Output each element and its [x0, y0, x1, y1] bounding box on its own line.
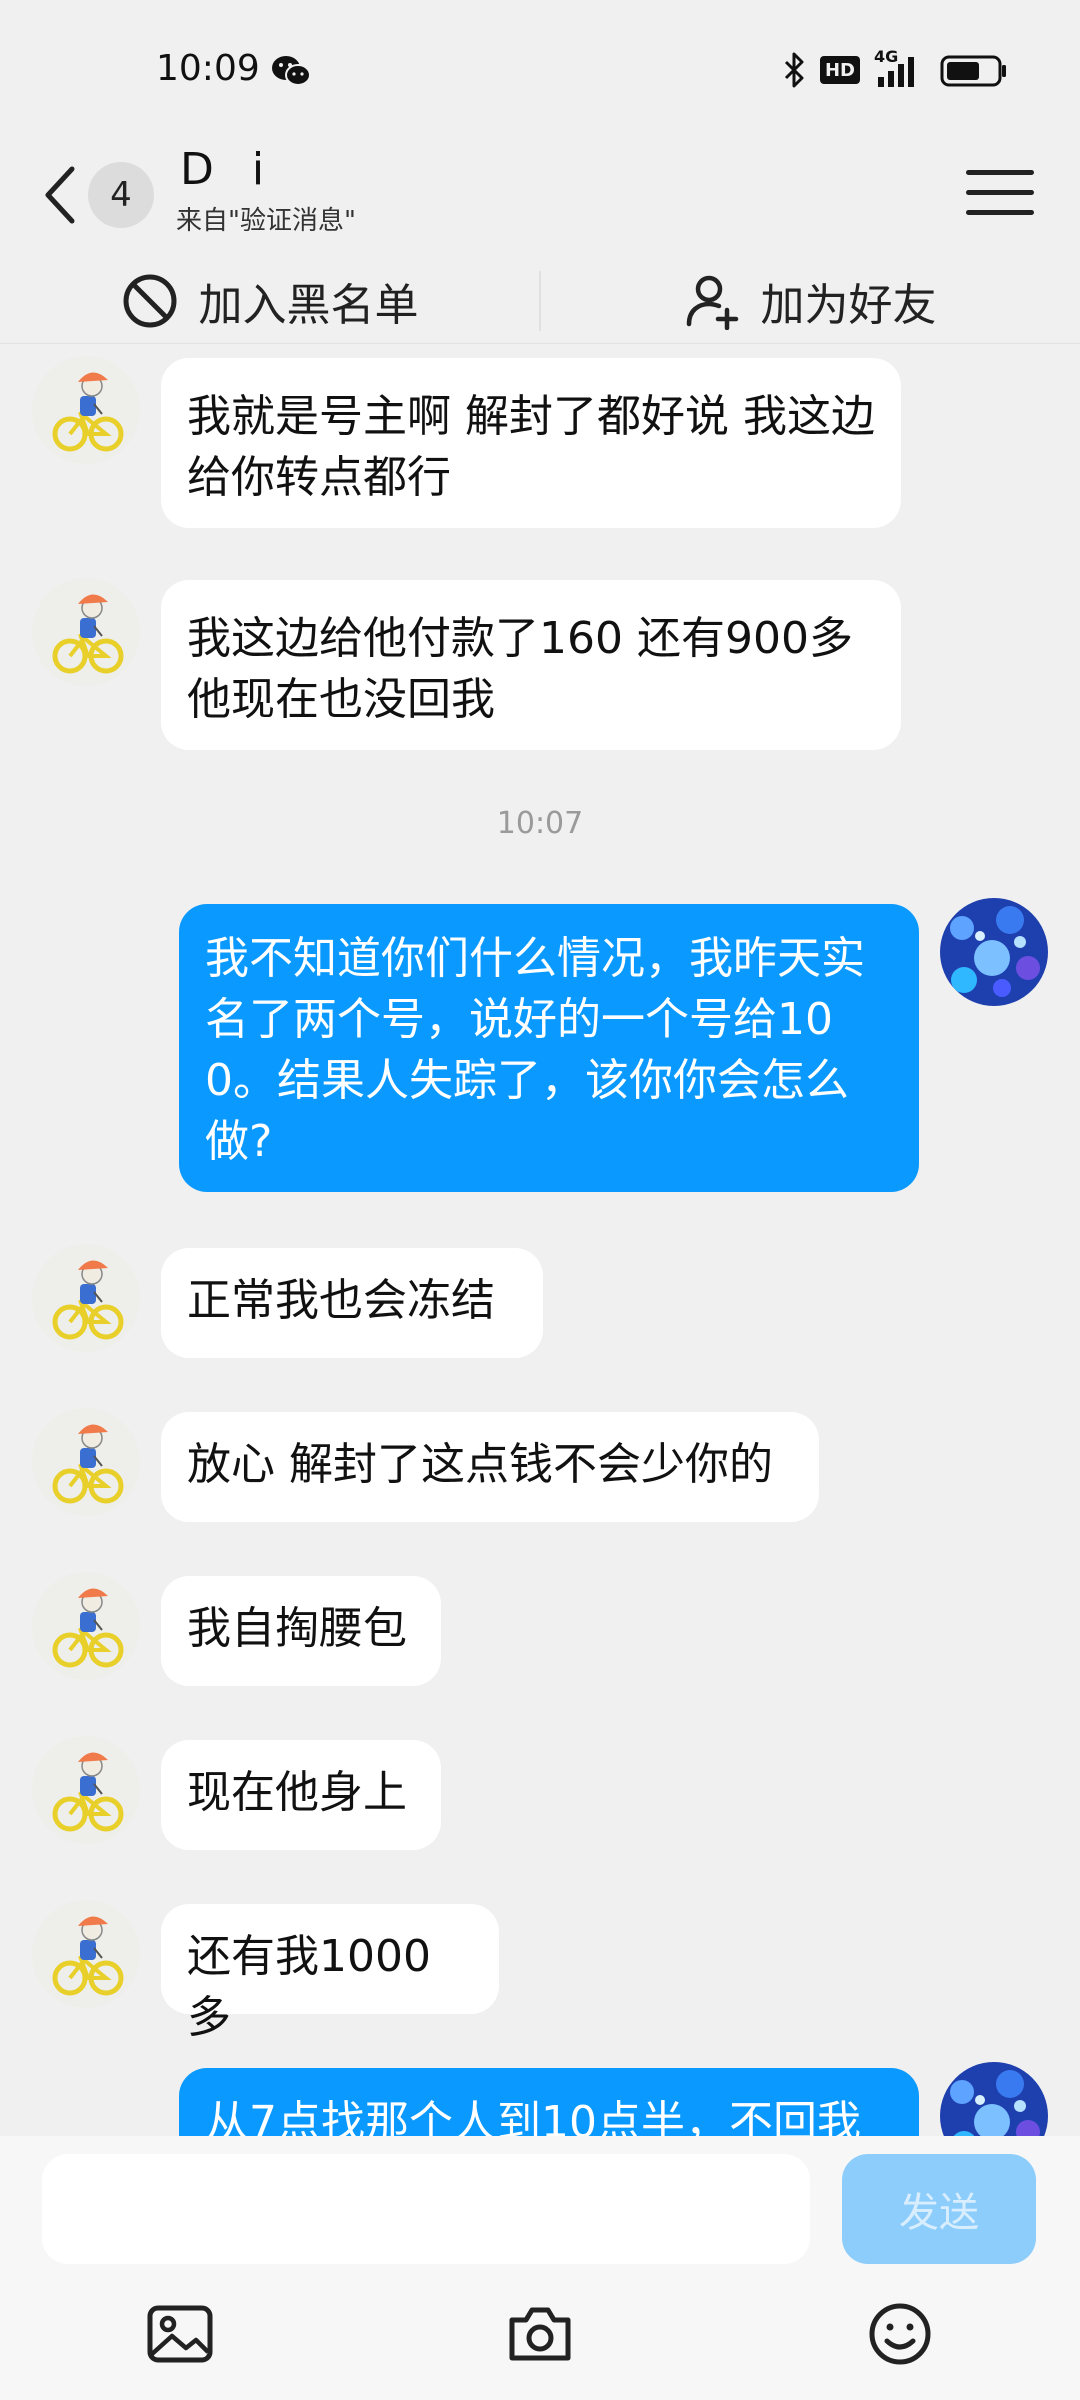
- outgoing-message[interactable]: 我不知道你们什么情况，我昨天实名了两个号，说好的一个号给100。结果人失踪了，该…: [179, 904, 919, 1192]
- contact-avatar[interactable]: [32, 356, 140, 464]
- incoming-message[interactable]: 我自掏腰包: [161, 1576, 441, 1686]
- unread-count-badge[interactable]: 4: [88, 162, 154, 228]
- menu-line: [966, 189, 1034, 195]
- outgoing-message[interactable]: 从7点找那个人到10点半，不回我: [179, 2068, 919, 2136]
- message-input[interactable]: [42, 2154, 810, 2264]
- signal-icon: 4G: [874, 47, 926, 89]
- chat-header: 4 D i 来自"验证消息": [0, 140, 1080, 260]
- incoming-message[interactable]: 现在他身上: [161, 1740, 441, 1850]
- hd-icon: HD: [819, 56, 860, 84]
- contact-source: 来自"验证消息": [176, 206, 356, 236]
- battery-icon: [940, 55, 1006, 87]
- block-label: 加入黑名单: [198, 279, 419, 331]
- camera-icon: [509, 2307, 571, 2361]
- bluetooth-icon: [784, 52, 804, 88]
- incoming-message[interactable]: 正常我也会冻结: [161, 1248, 543, 1358]
- contact-avatar[interactable]: [32, 1244, 140, 1352]
- incoming-message[interactable]: 我这边给他付款了160 还有900多他现在也没回我: [161, 580, 901, 750]
- hd-label: HD: [824, 59, 855, 81]
- image-button[interactable]: [142, 2296, 218, 2372]
- contact-avatar[interactable]: [32, 1408, 140, 1516]
- add-friend-label: 加为好友: [760, 279, 937, 331]
- status-time: 10:09: [156, 48, 260, 89]
- add-person-icon: [686, 275, 738, 330]
- camera-button[interactable]: [502, 2296, 578, 2372]
- status-icons: HD 4G: [782, 47, 1008, 90]
- send-button[interactable]: 发送: [842, 2154, 1036, 2264]
- image-icon: [147, 2305, 213, 2363]
- menu-button[interactable]: [966, 158, 1034, 226]
- message-list[interactable]: 我就是号主啊 解封了都好说 我这边给你转点都行 我这边给他付款了160 还有90…: [0, 346, 1080, 2136]
- incoming-message[interactable]: 还有我1000多: [161, 1904, 499, 2043]
- chevron-left-icon: [45, 166, 75, 224]
- timestamp-separator: 10:07: [496, 806, 584, 841]
- contact-name: D i: [180, 144, 277, 195]
- block-button[interactable]: 加入黑名单: [0, 258, 539, 343]
- composer: 发送: [0, 2136, 1080, 2400]
- my-avatar[interactable]: [940, 898, 1048, 1006]
- status-bar: 10:09 HD 4G: [0, 0, 1080, 140]
- wechat-notification-icon: [272, 56, 311, 86]
- add-friend-button[interactable]: 加为好友: [541, 258, 1080, 343]
- contact-avatar[interactable]: [32, 578, 140, 686]
- contact-avatar[interactable]: [32, 1900, 140, 2008]
- incoming-message[interactable]: 放心 解封了这点钱不会少你的: [161, 1412, 819, 1522]
- contact-avatar[interactable]: [32, 1736, 140, 1844]
- composer-toolbar: [0, 2296, 1080, 2386]
- back-button[interactable]: [30, 152, 90, 238]
- hamburger-menu-icon: [966, 169, 1034, 175]
- my-avatar[interactable]: [940, 2062, 1048, 2136]
- block-icon: [123, 274, 176, 327]
- contact-avatar[interactable]: [32, 1572, 140, 1680]
- emoji-button[interactable]: [862, 2296, 938, 2372]
- incoming-message[interactable]: 我就是号主啊 解封了都好说 我这边给你转点都行: [161, 358, 901, 528]
- emoji-icon: [869, 2303, 931, 2365]
- menu-line: [966, 209, 1034, 215]
- stranger-action-bar: 加入黑名单 加为好友: [0, 258, 1080, 344]
